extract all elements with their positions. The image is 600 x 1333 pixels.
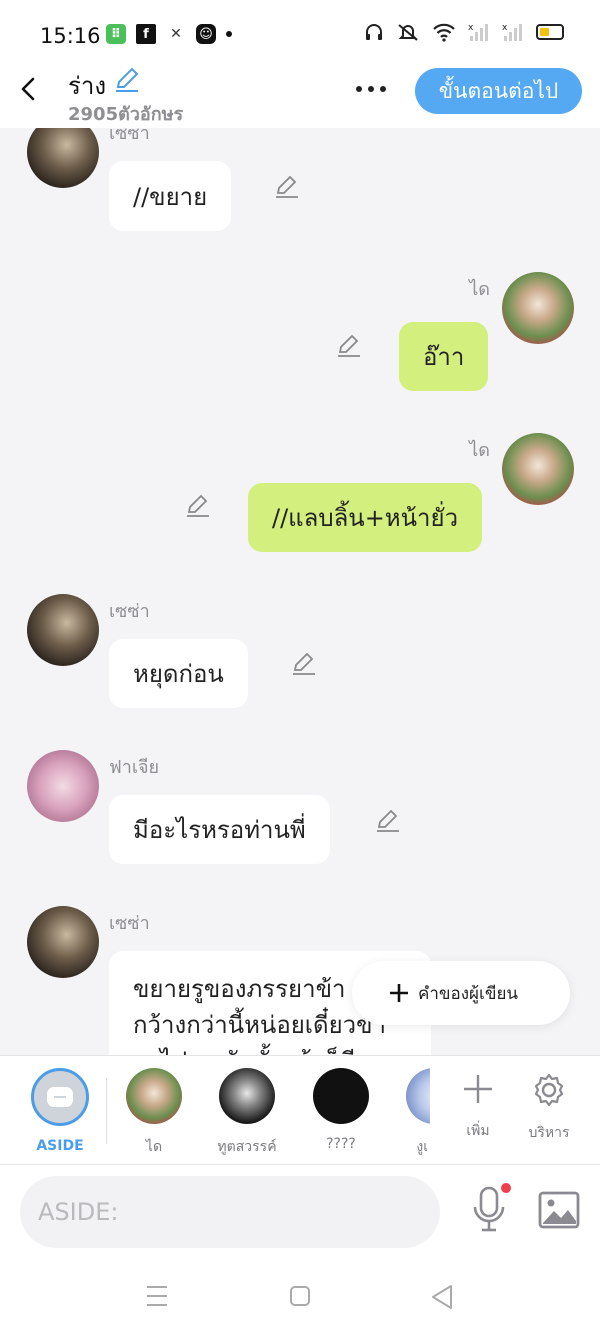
add-label: เพิ่ม	[466, 1123, 490, 1139]
back-icon[interactable]	[16, 74, 40, 104]
system-nav-bar	[0, 1260, 600, 1333]
avatar[interactable]	[27, 594, 99, 666]
headphones-icon	[366, 24, 382, 40]
divider	[106, 1078, 107, 1144]
avatar	[406, 1068, 430, 1124]
app-face-icon: ☺	[196, 24, 216, 44]
avatar[interactable]	[27, 750, 99, 822]
sender-name: เซซ่า	[109, 913, 150, 934]
message-bubble[interactable]: //ขยาย	[109, 161, 232, 231]
back-nav-icon[interactable]	[430, 1284, 454, 1310]
notification-dot	[501, 1183, 511, 1193]
message-bubble[interactable]: //แลบลิ้น+หน้ายั่ว	[248, 483, 483, 552]
edit-message-icon[interactable]	[375, 808, 401, 834]
chat-area[interactable]: เซซ่า //ขยาย ได อ๊าา ได //แลบลิ้น+หน้ายั…	[0, 128, 600, 1055]
svg-text:x: x	[502, 23, 508, 33]
aside-avatar	[31, 1068, 89, 1126]
character-dai[interactable]: ได	[114, 1068, 194, 1158]
sender-name: ได	[469, 440, 490, 461]
edit-title-icon[interactable]	[113, 66, 141, 94]
character-label: ได	[145, 1139, 163, 1155]
sender-name: เซซ่า	[109, 128, 150, 144]
edit-message-icon[interactable]	[185, 493, 211, 519]
edit-message-icon[interactable]	[274, 174, 300, 200]
facebook-icon: f	[136, 24, 156, 44]
aside-input[interactable]	[20, 1176, 440, 1248]
next-step-button[interactable]: ขั้นตอนต่อไป	[415, 68, 582, 114]
status-app-icons: ⠿ f ✕ ☺	[106, 24, 232, 44]
character-angel[interactable]: ทูตสวรรค์	[207, 1068, 287, 1158]
status-time: 15:16	[40, 24, 101, 48]
avatar[interactable]	[502, 272, 574, 344]
character-label: ASIDE	[36, 1138, 84, 1154]
svg-text:x: x	[468, 23, 474, 33]
avatar[interactable]	[27, 128, 99, 188]
character-label: ทูตสวรรค์	[217, 1139, 277, 1155]
avatar	[126, 1068, 182, 1124]
edit-message-icon[interactable]	[291, 651, 317, 677]
aside-note-icon	[47, 1087, 73, 1107]
microphone-icon[interactable]	[470, 1185, 508, 1235]
manage-label: บริหาร	[528, 1125, 570, 1141]
status-indicators: x x	[364, 22, 564, 42]
avatar[interactable]	[27, 906, 99, 978]
character-label: ????	[326, 1136, 356, 1152]
message-bubble[interactable]: อ๊าา	[399, 322, 489, 391]
image-icon[interactable]	[538, 1191, 580, 1229]
battery-icon	[536, 24, 564, 40]
signal-icon: x	[468, 23, 488, 41]
plus-icon	[464, 1075, 492, 1103]
character-snake[interactable]: งูเ	[390, 1068, 430, 1158]
add-character-button[interactable]: เพิ่ม	[443, 1072, 513, 1142]
status-bar: 15:16 ⠿ f ✕ ☺ x x	[0, 0, 600, 62]
message-bubble[interactable]: มีอะไรหรอท่านพี่	[109, 795, 330, 864]
sender-name: ฟาเจีย	[109, 757, 160, 778]
plus-icon	[390, 984, 408, 1002]
character-label: งูเ	[416, 1139, 428, 1155]
character-bar: ASIDE ได ทูตสวรรค์ ???? งูเ เพิ่ม บริหาร	[0, 1055, 600, 1165]
avatar	[219, 1068, 275, 1124]
sender-name: ได	[469, 279, 490, 300]
message-bubble[interactable]: หยุดก่อน	[109, 639, 248, 708]
header-bar: ร่าง 2905ตัวอักษร ขั้นตอนต่อไป	[0, 62, 600, 128]
sender-name: เซซ่า	[109, 601, 150, 622]
signal-icon: x	[502, 23, 522, 41]
character-count: 2905ตัวอักษร	[68, 104, 184, 125]
more-options-icon[interactable]	[356, 86, 386, 92]
character-aside[interactable]: ASIDE	[20, 1068, 100, 1154]
mute-icon	[398, 24, 418, 41]
avatar[interactable]	[502, 433, 574, 505]
home-icon[interactable]	[289, 1284, 311, 1308]
manage-button[interactable]: บริหาร	[514, 1072, 584, 1144]
input-row	[0, 1165, 600, 1260]
wifi-icon	[433, 23, 455, 42]
app-green-icon: ⠿	[106, 24, 126, 44]
author-note-label: คำของผู้เขียน	[418, 983, 519, 1004]
character-unknown[interactable]: ????	[301, 1068, 381, 1152]
notification-dot	[226, 31, 232, 37]
author-note-button[interactable]: คำของผู้เขียน	[352, 961, 570, 1025]
edit-message-icon[interactable]	[336, 333, 362, 359]
menu-icon[interactable]	[146, 1284, 168, 1308]
game-icon: ✕	[166, 24, 186, 44]
avatar	[313, 1068, 369, 1124]
gear-icon	[534, 1073, 564, 1107]
